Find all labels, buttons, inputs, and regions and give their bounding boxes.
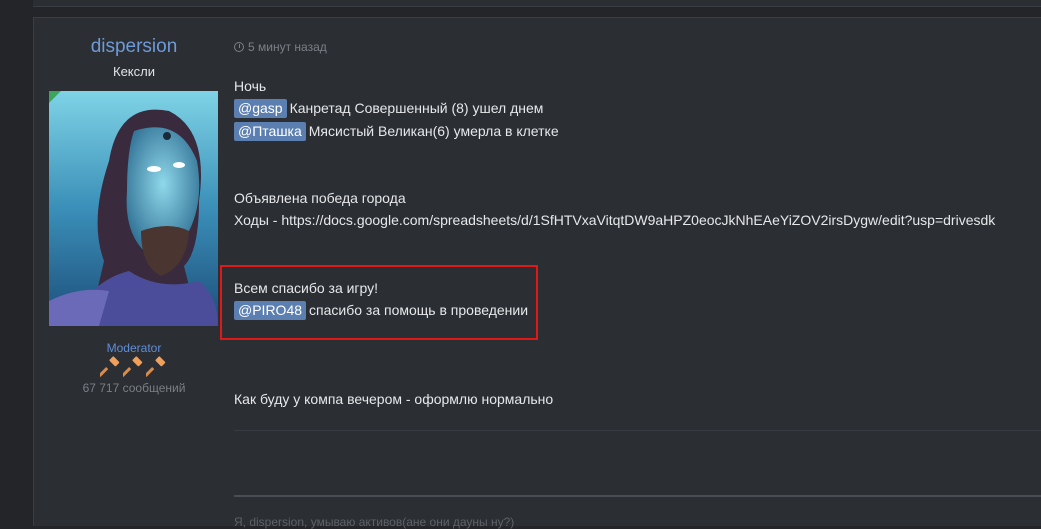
user-signature: Я, dispersion, умываю активов(ане они да… <box>234 515 515 529</box>
post-timestamp[interactable]: 5 минут назад <box>234 40 327 54</box>
user-mention[interactable]: @gasp <box>234 99 287 118</box>
text-line: спасибо за помощь в проведении <box>309 302 529 318</box>
author-avatar[interactable] <box>49 91 218 326</box>
mention-line: @Пташка Мясистый Великан(6) умерла в клет… <box>234 121 559 141</box>
text-line: Мясистый Великан(6) умерла в клетке <box>308 123 559 139</box>
mention-line: @PIRO48 спасибо за помощь в проведении <box>234 300 528 320</box>
message-count: 67 717 сообщений <box>82 381 186 395</box>
post-time-text[interactable]: 5 минут назад <box>248 40 327 54</box>
text-line: Объявлена победа города <box>234 190 406 206</box>
moves-link-line[interactable]: Ходы - https://docs.google.com/spreadshe… <box>234 210 995 230</box>
gavel-icon <box>144 356 168 378</box>
text-line: Ночь <box>234 78 267 94</box>
forum-post: dispersion Кексли Moderator 67 717 сообщ… <box>33 17 1041 529</box>
text-line: Всем спасибо за игру! <box>234 280 379 296</box>
user-mention[interactable]: @Пташка <box>234 122 306 141</box>
divider <box>234 430 1041 431</box>
text-line: Канретад Совершенный (8) ушел днем <box>289 100 544 116</box>
user-role: Moderator <box>106 341 162 355</box>
signature-divider <box>234 495 1041 497</box>
online-indicator <box>49 91 61 103</box>
author-user-title: Кексли <box>113 64 155 79</box>
text-line: Как буду у компа вечером - оформлю норма… <box>234 391 554 407</box>
mention-line: @gasp Канретад Совершенный (8) ушел днем <box>234 98 543 118</box>
gavel-icon <box>98 356 122 378</box>
author-name-link[interactable]: dispersion <box>34 36 234 58</box>
user-mention[interactable]: @PIRO48 <box>234 301 307 320</box>
gavel-icon <box>121 356 145 378</box>
previous-post-bottom <box>33 0 1041 7</box>
clock-icon <box>234 42 244 52</box>
user-badges <box>34 356 234 378</box>
